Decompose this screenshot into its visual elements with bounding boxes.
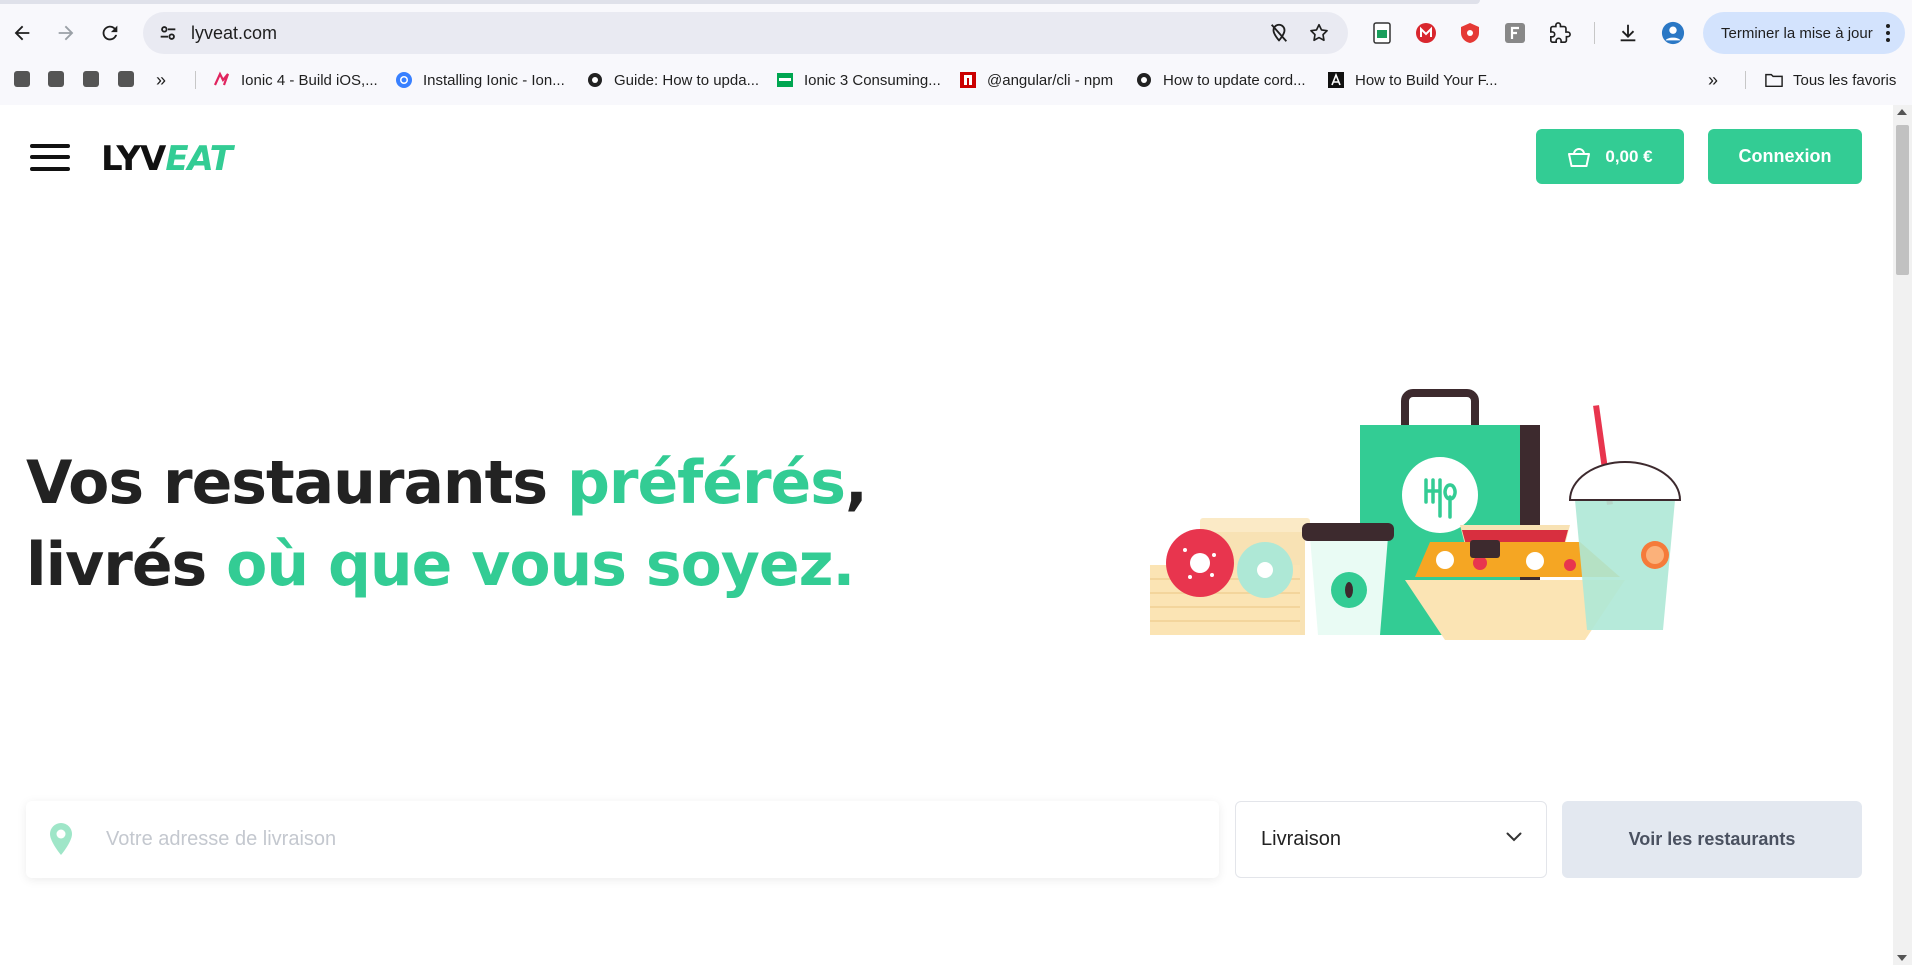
hero-text-green: où que vous soyez.	[226, 530, 855, 600]
all-bookmarks-folder[interactable]: Tous les favoris	[1765, 62, 1896, 98]
all-bookmarks-label: Tous les favoris	[1793, 71, 1897, 89]
reload-button[interactable]	[88, 8, 132, 58]
delivery-mode-select[interactable]: Livraison	[1235, 801, 1547, 878]
logo-text-lyv: LYV	[101, 139, 166, 179]
bookmark-label: Ionic 3 Consuming...	[804, 71, 941, 89]
see-restaurants-label: Voir les restaurants	[1628, 829, 1796, 849]
scroll-down-arrow-icon[interactable]	[1897, 955, 1907, 961]
delivery-mode-value: Livraison	[1261, 828, 1342, 850]
location-pin-icon	[50, 823, 72, 855]
forward-button[interactable]	[44, 8, 88, 58]
bookmark-item[interactable]: How to update cord...	[1135, 62, 1306, 98]
reload-icon	[102, 25, 118, 41]
finish-update-button[interactable]: Terminer la mise à jour	[1703, 12, 1905, 54]
toolbar-divider	[1594, 22, 1595, 44]
ionic-logo-icon	[396, 72, 412, 88]
angular-icon	[1328, 72, 1344, 88]
ionic-academy-icon	[213, 71, 230, 86]
bookmark-app-icon[interactable]	[48, 71, 64, 87]
bookmark-label: Ionic 4 - Build iOS,...	[241, 71, 378, 89]
shield-extension-icon[interactable]	[1458, 21, 1482, 45]
location-off-icon[interactable]	[1268, 22, 1290, 44]
bookmark-app-icon[interactable]	[83, 71, 99, 87]
page-content: LYVEAT 0,00 € Connexion Vos restaurants …	[0, 105, 1893, 965]
site-settings-icon[interactable]	[157, 22, 179, 44]
bookmark-item[interactable]: Ionic 3 Consuming...	[776, 62, 941, 98]
browser-chrome: lyveat.com Terminer la mise à jour » Ion…	[0, 0, 1912, 105]
hero-text-dark: Vos restaurants	[26, 448, 567, 518]
logo-text-eat: EAT	[165, 139, 232, 179]
cart-total: 0,00 €	[1605, 146, 1653, 166]
bookmark-label: Installing Ionic - Ion...	[423, 71, 565, 89]
tutorial-site-icon	[777, 73, 793, 87]
see-restaurants-button[interactable]: Voir les restaurants	[1562, 801, 1862, 878]
font-extension-icon[interactable]	[1503, 21, 1527, 45]
tab-strip-edge	[0, 0, 1480, 4]
bookmark-item[interactable]: Installing Ionic - Ion...	[395, 62, 565, 98]
scroll-up-arrow-icon[interactable]	[1897, 109, 1907, 115]
bookmark-label: @angular/cli - npm	[987, 71, 1114, 89]
cart-button[interactable]: 0,00 €	[1536, 129, 1684, 184]
bookmarks-bar: » Ionic 4 - Build iOS,... Installing Ion…	[0, 62, 1912, 98]
download-icon[interactable]	[1616, 21, 1640, 45]
chevron-down-icon	[1506, 832, 1522, 842]
page-scrollbar[interactable]	[1893, 105, 1912, 965]
bookmark-item[interactable]: Guide: How to upda...	[586, 62, 759, 98]
bookmark-item[interactable]: Ionic 4 - Build iOS,...	[213, 62, 378, 98]
extensions-puzzle-icon[interactable]	[1548, 21, 1572, 45]
hero-text-dark: livrés	[26, 530, 227, 600]
scrollbar-thumb[interactable]	[1896, 125, 1909, 275]
bookmarks-overflow-right-icon[interactable]: »	[1708, 62, 1718, 98]
bookmarks-divider	[195, 71, 196, 89]
hero-text-comma: ,	[844, 448, 868, 518]
delivery-address-input[interactable]	[106, 821, 1196, 857]
menu-hamburger-icon[interactable]	[30, 142, 70, 172]
lyveat-logo[interactable]: LYVEAT	[101, 139, 233, 179]
bookmarks-overflow-left-icon[interactable]: »	[156, 62, 166, 98]
profile-avatar-icon[interactable]	[1661, 21, 1685, 45]
back-button[interactable]	[0, 8, 44, 58]
shopping-basket-icon	[1568, 147, 1591, 167]
mega-extension-icon[interactable]	[1414, 21, 1438, 45]
bookmark-app-icon[interactable]	[118, 71, 134, 87]
food-delivery-illustration	[1150, 389, 1682, 640]
login-label: Connexion	[1738, 146, 1832, 166]
bookmarks-divider	[1745, 71, 1746, 89]
bookmark-item[interactable]: How to Build Your F...	[1327, 62, 1498, 98]
bookmark-item[interactable]: @angular/cli - npm	[959, 62, 1113, 98]
finish-update-label: Terminer la mise à jour	[1721, 24, 1873, 42]
browser-toolbar: lyveat.com Terminer la mise à jour	[0, 8, 1912, 58]
arrow-right-icon	[58, 25, 74, 41]
hero-text-green: préférés	[566, 448, 846, 518]
github-icon	[588, 73, 602, 87]
login-button[interactable]: Connexion	[1708, 129, 1862, 184]
bookmark-star-icon[interactable]	[1308, 22, 1330, 44]
npm-icon	[960, 72, 976, 88]
bookmark-label: Guide: How to upda...	[614, 71, 760, 89]
hero-line-1: Vos restaurants préférés,	[26, 442, 868, 524]
bookmark-label: How to Build Your F...	[1355, 71, 1498, 89]
github-icon	[1137, 73, 1151, 87]
hero-line-2: livrés où que vous soyez.	[26, 524, 867, 606]
address-search-box[interactable]	[26, 801, 1219, 878]
kebab-menu-icon	[1886, 24, 1890, 42]
bookmark-app-icon[interactable]	[14, 71, 30, 87]
sheets-extension-icon[interactable]	[1370, 21, 1394, 45]
folder-icon	[1765, 73, 1783, 88]
hero-headline: Vos restaurants préférés, livrés où que …	[26, 442, 868, 606]
url-text[interactable]: lyveat.com	[191, 23, 277, 44]
address-bar[interactable]: lyveat.com	[143, 12, 1348, 54]
arrow-left-icon	[14, 25, 30, 41]
bookmark-label: How to update cord...	[1163, 71, 1306, 89]
